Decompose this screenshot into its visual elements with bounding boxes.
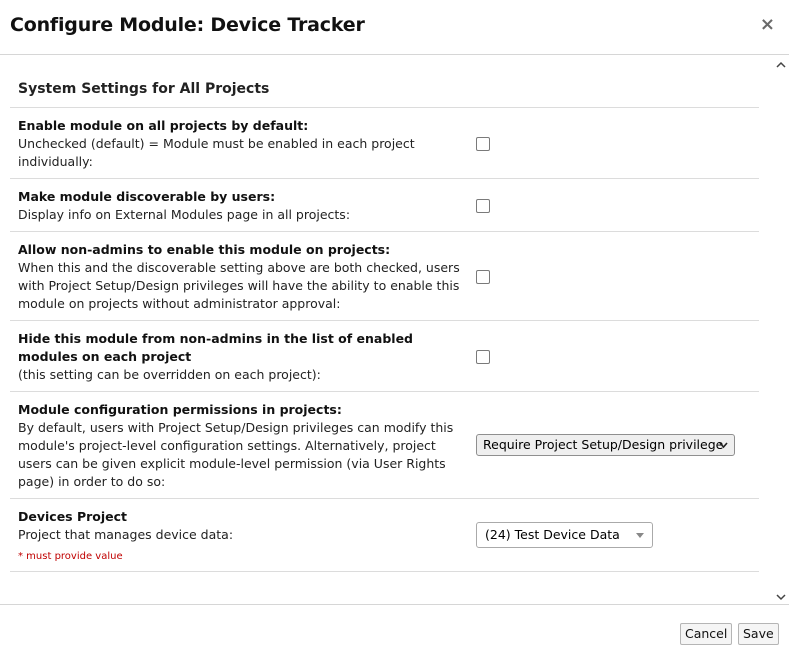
setting-row-config-permissions: Module configuration permissions in proj… (10, 391, 759, 499)
setting-row-non-admin-enable: Allow non-admins to enable this module o… (10, 231, 759, 321)
dialog-title: Configure Module: Device Tracker (10, 14, 365, 36)
dialog-body: System Settings for All Projects Enable … (0, 56, 789, 604)
scroll-up-arrow[interactable] (776, 60, 786, 70)
required-note: * must provide value (18, 551, 123, 562)
setting-row-hide-module: Hide this module from non-admins in the … (10, 320, 759, 392)
setting-row-devices-project: Devices Project Project that manages dev… (10, 498, 759, 572)
setting-description: Unchecked (default) = Module must be ena… (18, 136, 415, 169)
caret-down-icon (636, 523, 644, 557)
dialog-footer: Cancel Save (0, 604, 789, 656)
chevron-up-icon (776, 61, 786, 68)
hide-module-checkbox[interactable] (476, 350, 490, 364)
setting-description: When this and the discoverable setting a… (18, 260, 460, 311)
section-title: System Settings for All Projects (18, 81, 270, 97)
setting-row-discoverable: Make module discoverable by users: Displ… (10, 178, 759, 232)
setting-label: Allow non-admins to enable this module o… (18, 242, 391, 257)
setting-label: Enable module on all projects by default… (18, 118, 309, 133)
dialog-header: Configure Module: Device Tracker × (0, 0, 789, 55)
enable-default-checkbox[interactable] (476, 137, 490, 151)
setting-label: Hide this module from non-admins in the … (18, 331, 413, 364)
setting-label: Devices Project (18, 509, 128, 524)
setting-label: Make module discoverable by users: (18, 189, 276, 204)
save-button[interactable]: Save (738, 623, 779, 645)
setting-description: By default, users with Project Setup/Des… (18, 420, 454, 489)
setting-row-enable-default: Enable module on all projects by default… (10, 107, 759, 179)
close-icon[interactable]: × (760, 15, 775, 35)
non-admin-enable-checkbox[interactable] (476, 270, 490, 284)
discoverable-checkbox[interactable] (476, 199, 490, 213)
setting-label: Module configuration permissions in proj… (18, 402, 342, 417)
cancel-button[interactable]: Cancel (680, 623, 733, 645)
chevron-down-icon (719, 435, 728, 455)
select-value: (24) Test Device Data (485, 527, 620, 542)
devices-project-select[interactable]: (24) Test Device Data (476, 522, 653, 548)
select-value: Require Project Setup/Design privilege (483, 437, 724, 452)
setting-description: Display info on External Modules page in… (18, 207, 351, 222)
scroll-down-arrow[interactable] (776, 592, 786, 602)
chevron-down-icon (776, 594, 786, 601)
config-permission-select[interactable]: Require Project Setup/Design privilege (476, 434, 735, 456)
setting-description: Project that manages device data: (18, 527, 234, 542)
setting-description: (this setting can be overridden on each … (18, 367, 321, 382)
